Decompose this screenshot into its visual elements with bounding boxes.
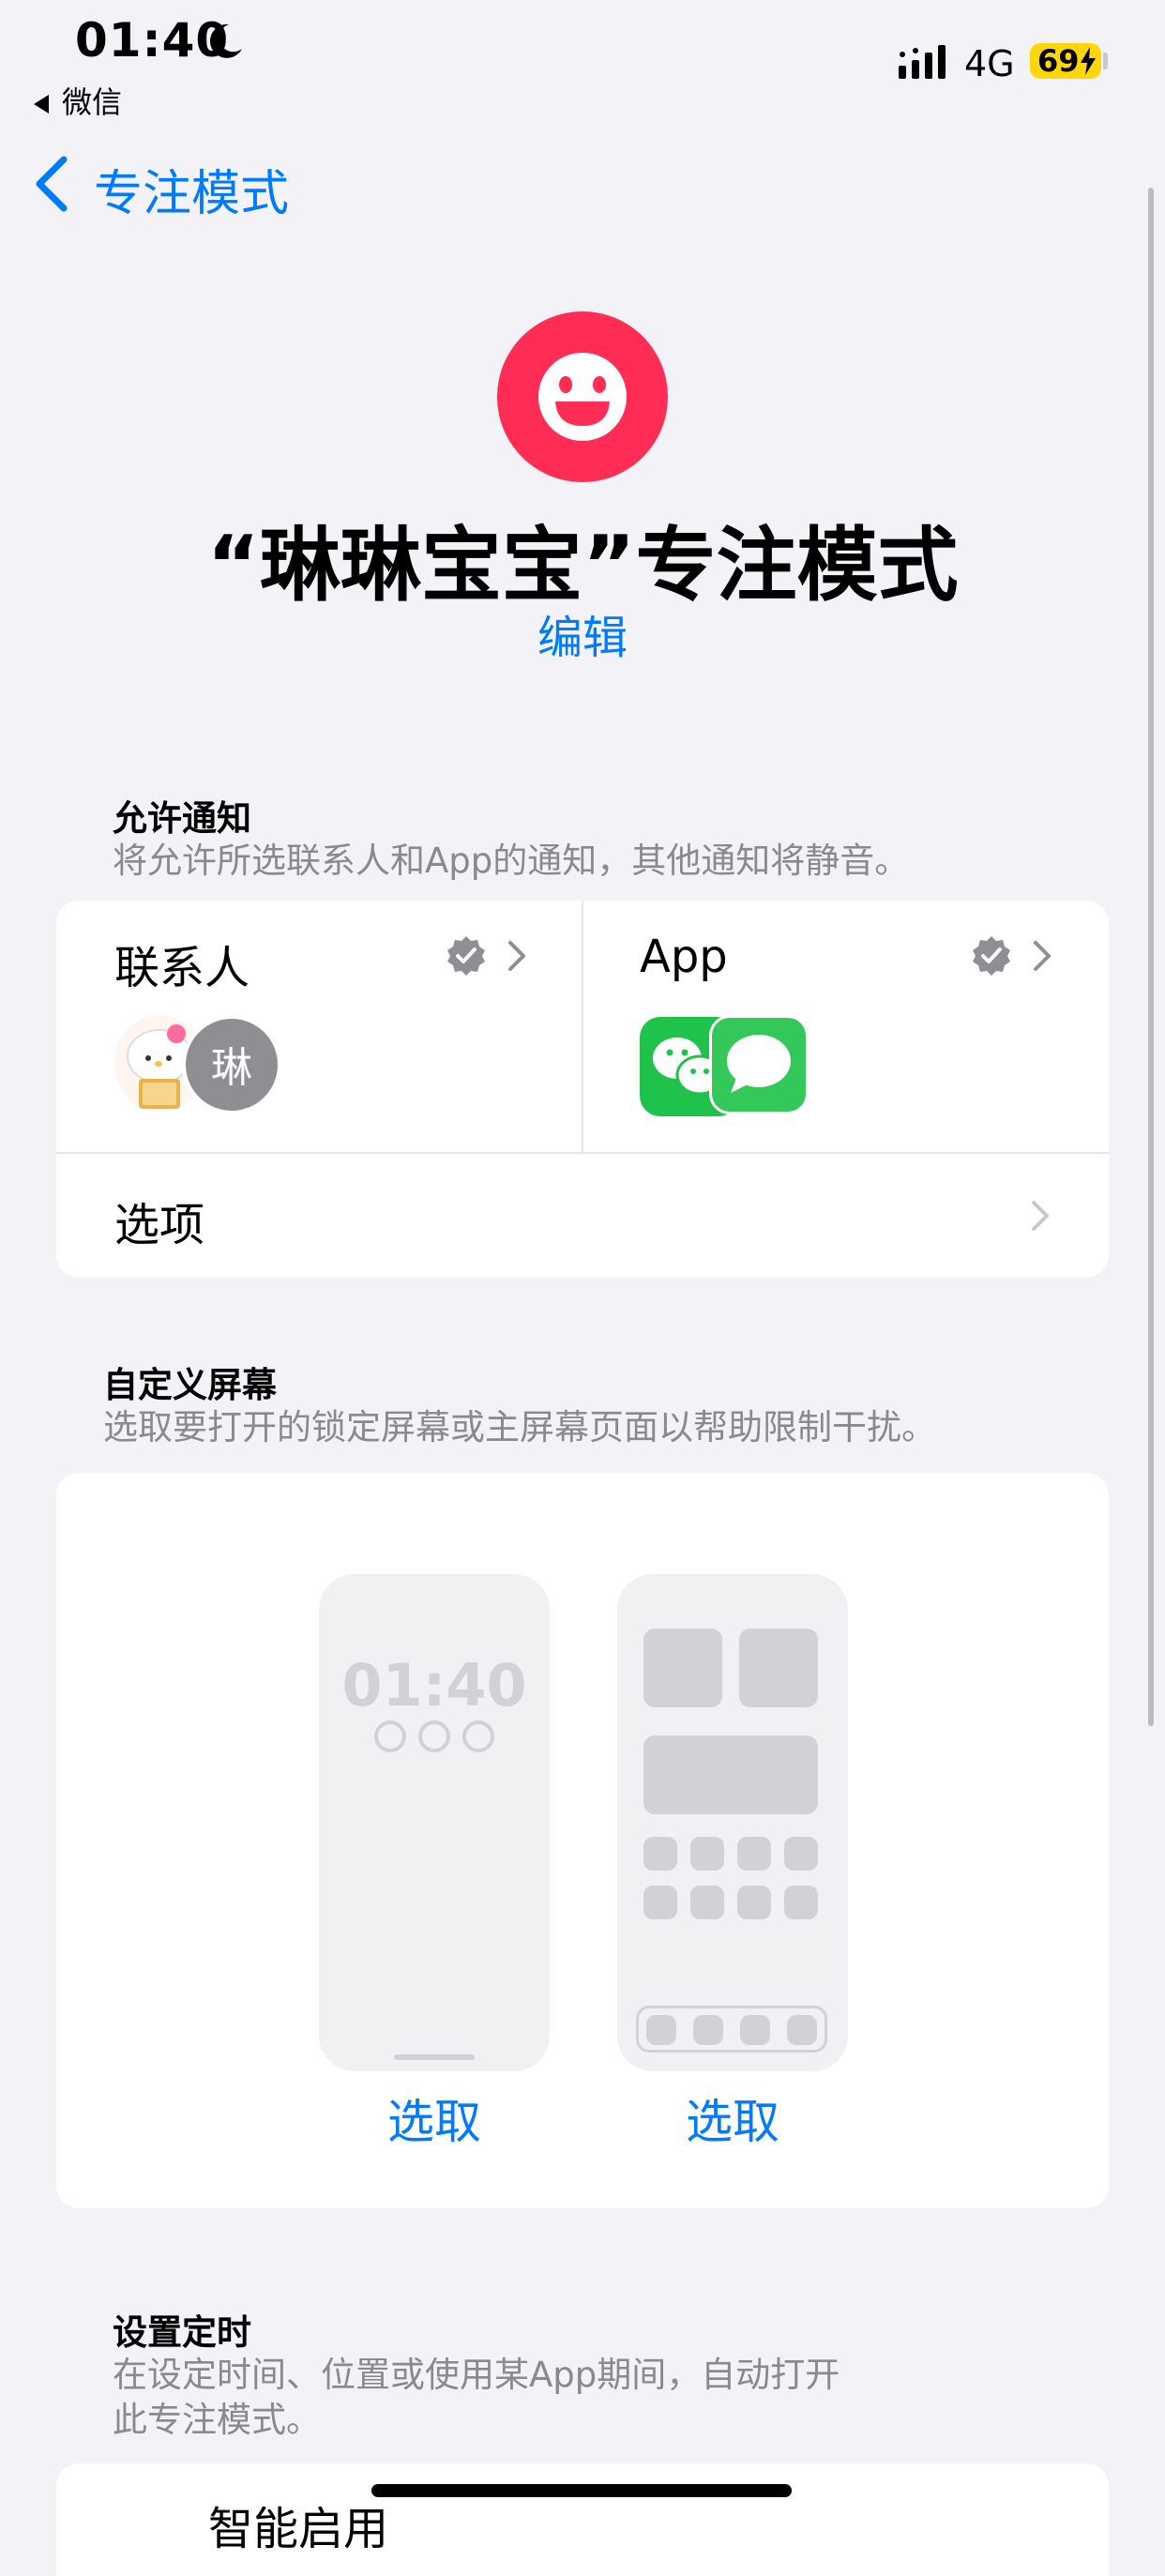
edit-button[interactable]: 编辑 [0,600,1165,666]
contact-avatar: 琳 [182,1015,281,1114]
lock-preview-time: 01:40 [341,1651,527,1720]
section-desc-schedule-line1: 在设定时间、位置或使用某App期间，自动打开 [113,2355,840,2395]
page-title: “琳琳宝宝”专注模式 [206,519,959,613]
dock-app-placeholder [740,2015,770,2045]
signal-icon [899,45,946,79]
dock-app-placeholder [693,2015,723,2045]
back-button-label[interactable]: 专注模式 [94,154,289,224]
battery-level: 69 [1037,43,1080,79]
messages-icon [727,1035,791,1093]
charging-bolt-icon [1081,47,1096,75]
network-type: 4G [964,43,1015,84]
verified-badge-icon [447,936,485,976]
home-indicator[interactable] [371,2484,792,2497]
home-screen-preview[interactable] [617,1574,848,2071]
section-title-schedule: 设置定时 [113,2312,251,2353]
chevron-left-icon[interactable] [32,154,71,214]
dock-app-placeholder [646,2015,676,2045]
section-desc-custom-screen: 选取要打开的锁定屏幕或主屏幕页面以帮助限制干扰。 [103,1407,936,1447]
section-title-custom-screen: 自定义屏幕 [103,1365,277,1405]
widget-placeholder [643,1629,722,1707]
smiley-face-icon [538,353,627,441]
return-to-app[interactable]: 微信 [34,79,122,122]
smart-activation-label: 智能启用 [208,2503,389,2555]
app-placeholder [690,1837,724,1871]
app-placeholder [690,1886,724,1919]
select-lock-screen-button[interactable]: 选取 [319,2084,550,2152]
chevron-right-icon [508,941,525,971]
options-label: 选项 [114,1199,205,1251]
select-home-screen-button[interactable]: 选取 [617,2084,848,2152]
battery-cap [1103,53,1108,69]
widget-placeholder [739,1629,818,1707]
focus-mode-icon [497,311,668,482]
section-title-allow-notifications: 允许通知 [113,798,251,839]
verified-badge-icon [973,936,1010,976]
scrollbar[interactable] [1148,188,1154,1726]
dock-placeholder [636,2006,827,2053]
section-desc-allow-notifications: 将允许所选联系人和App的通知，其他通知将静音。 [113,841,910,881]
chevron-right-icon [1032,1201,1049,1231]
options-row[interactable]: 选项 [56,1154,1109,1278]
app-placeholder [737,1886,771,1919]
return-app-label: 微信 [62,84,123,120]
schedule-card[interactable]: 智能启用 [56,2463,1109,2576]
moon-icon [209,23,242,58]
custom-screen-card [56,1473,1109,2208]
widget-placeholder [418,1720,450,1752]
widget-placeholder [643,1735,818,1814]
contacts-label: 联系人 [114,942,250,994]
app-placeholder [643,1837,677,1871]
app-placeholder [737,1837,771,1871]
dock-app-placeholder [787,2015,817,2045]
messages-app-icon [709,1015,809,1114]
section-desc-schedule-line2: 此专注模式。 [113,2400,321,2440]
chevron-right-icon [1034,941,1051,971]
lock-screen-preview[interactable]: 01:40 [319,1574,550,2071]
widget-placeholder [374,1720,406,1752]
app-placeholder [784,1886,818,1919]
apps-label: App [640,931,728,983]
battery-indicator: 69 [1030,43,1101,79]
app-placeholder [784,1837,818,1871]
back-triangle-icon [34,95,49,114]
app-placeholder [643,1886,677,1919]
home-bar-placeholder [394,2054,475,2060]
widget-placeholder [462,1720,494,1752]
